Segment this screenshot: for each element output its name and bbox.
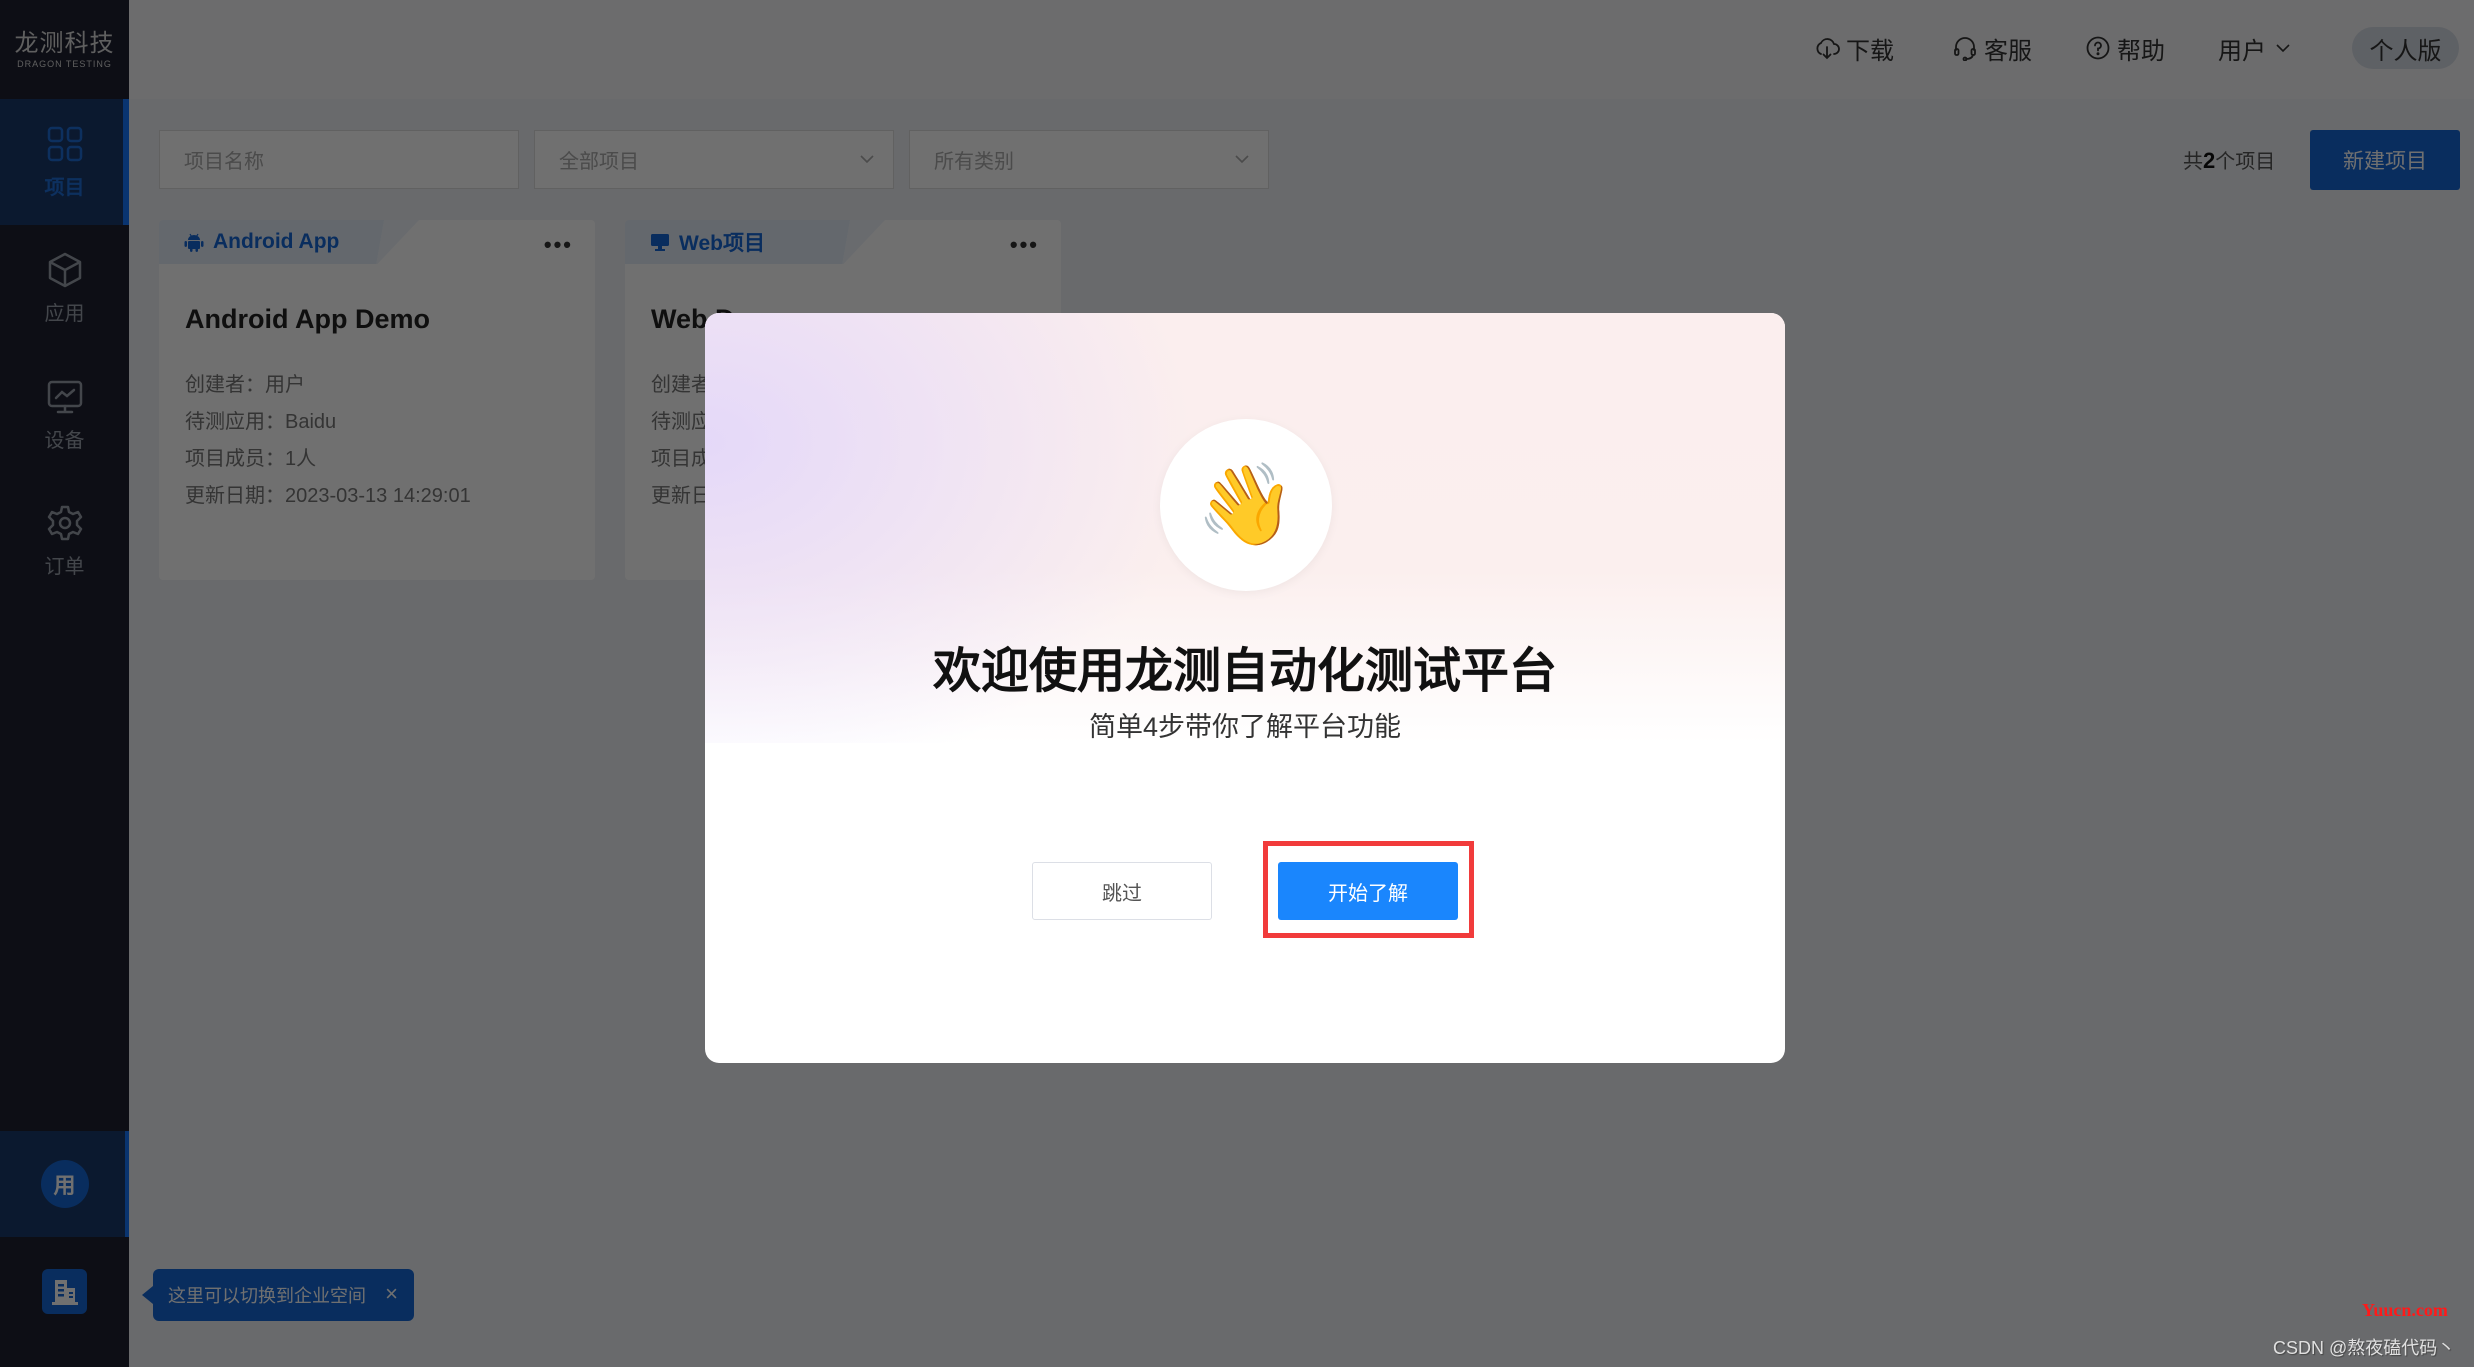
dialog-subtitle: 简单4步带你了解平台功能: [1088, 712, 1401, 742]
start-tour-button[interactable]: 开始了解: [1278, 862, 1458, 920]
welcome-dialog: 👋 欢迎使用龙测自动化测试平台 简单4步带你了解平台功能 跳过 开始了解: [705, 313, 1785, 1063]
skip-button[interactable]: 跳过: [1032, 862, 1212, 920]
waving-hand-icon: 👋: [1160, 419, 1332, 591]
site-watermark: Yuucn.com: [2362, 1300, 2448, 1320]
author-watermark: CSDN @熬夜磕代码丶: [2273, 1338, 2456, 1358]
dialog-title: 欢迎使用龙测自动化测试平台: [932, 645, 1557, 698]
